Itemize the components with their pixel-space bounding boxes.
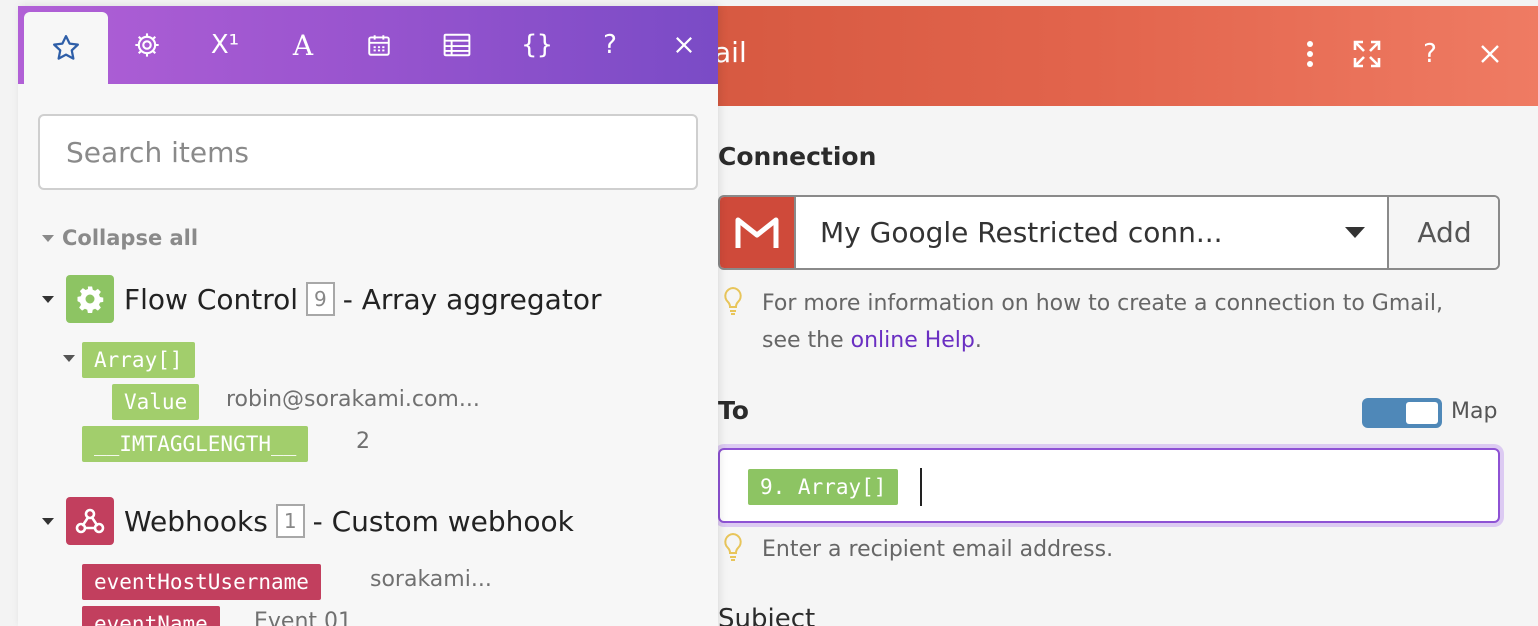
module-number: 1: [275, 504, 305, 538]
gmail-icon: [735, 217, 779, 248]
mapping-panel: X¹ A {} ? Collapse all: [18, 6, 718, 626]
table-icon: [443, 33, 471, 57]
screen: ail ? Connection My Google Restricted co…: [0, 0, 1538, 626]
gear-icon: [135, 33, 159, 57]
calendar-icon: [368, 35, 390, 56]
gmail-logo: [720, 197, 794, 268]
item-imtagglength[interactable]: __IMTAGGLENGTH__: [82, 426, 309, 462]
module-name: Flow Control: [124, 282, 299, 316]
lightbulb-icon: [724, 532, 742, 561]
expand-icon: [1353, 40, 1381, 68]
item-array[interactable]: Array[]: [82, 342, 195, 378]
connection-value: My Google Restricted conn...: [820, 216, 1223, 249]
connection-hint: For more information on how to create a …: [762, 285, 1443, 359]
to-input[interactable]: 9. Array[]: [718, 448, 1500, 523]
to-hint: Enter a recipient email address.: [762, 537, 1114, 562]
module-webhooks[interactable]: Webhooks 1 - Custom webhook: [42, 496, 574, 546]
expand-button[interactable]: [1349, 34, 1385, 74]
close-button[interactable]: [1472, 34, 1508, 74]
module-title: ail: [714, 36, 747, 69]
help-icon: ?: [603, 30, 617, 60]
item-imtagglength-value: 2: [356, 429, 370, 454]
item-event-host-username-value: sorakami...: [370, 567, 492, 592]
superscript-icon: X¹: [210, 30, 240, 60]
toggle-knob: [1406, 402, 1438, 424]
tab-functions[interactable]: {}: [498, 6, 576, 84]
connection-hint-period: .: [974, 328, 982, 353]
to-label: To: [718, 396, 749, 425]
item-event-host-username[interactable]: eventHostUsername: [82, 564, 321, 600]
tab-array[interactable]: [418, 6, 496, 84]
module-number: 9: [306, 282, 335, 316]
gear-icon: [66, 275, 114, 323]
webhook-icon: [66, 497, 114, 545]
help-button[interactable]: ?: [1412, 34, 1448, 74]
module-flow-control[interactable]: Flow Control 9 - Array aggregator: [42, 274, 601, 324]
text-icon: A: [292, 28, 314, 62]
tab-date[interactable]: [340, 6, 418, 84]
more-options-button[interactable]: [1292, 34, 1328, 74]
module-header: ail ?: [640, 6, 1538, 106]
text-caret: [920, 468, 922, 506]
help-icon: ?: [1423, 39, 1437, 69]
search-input[interactable]: [38, 114, 698, 190]
kebab-icon: [1307, 41, 1313, 67]
item-value-text: robin@sorakami.com...: [226, 387, 480, 412]
connection-hint-prefix: see the: [762, 328, 851, 353]
chevron-down-icon: [1345, 227, 1365, 238]
connection-label: Connection: [718, 142, 877, 171]
lightbulb-icon: [724, 286, 742, 315]
connection-select[interactable]: My Google Restricted conn...: [794, 197, 1389, 268]
connection-hint-line2: see the online Help.: [762, 322, 1443, 359]
caret-down-icon: [42, 295, 54, 303]
item-event-name[interactable]: eventName: [82, 606, 220, 626]
caret-down-icon: [42, 517, 54, 525]
map-label: Map: [1451, 399, 1498, 424]
collapse-all-button[interactable]: Collapse all: [42, 226, 198, 250]
item-value[interactable]: Value: [112, 384, 200, 420]
module-dialog: ail ? Connection My Google Restricted co…: [640, 6, 1538, 626]
star-icon: [53, 35, 79, 60]
caret-down-icon: [42, 234, 54, 242]
panel-help-button[interactable]: ?: [590, 6, 630, 84]
module-name: Webhooks: [124, 504, 268, 538]
module-type: - Custom webhook: [312, 504, 574, 538]
close-icon: [676, 37, 692, 53]
collapse-all-label: Collapse all: [62, 226, 199, 250]
map-toggle[interactable]: [1362, 398, 1442, 428]
connection-hint-line1: For more information on how to create a …: [762, 291, 1443, 316]
online-help-link[interactable]: online Help: [851, 328, 975, 353]
subject-label: Subject: [718, 604, 816, 626]
connection-row: My Google Restricted conn... Add: [718, 195, 1500, 270]
item-event-name-value: Event 01: [254, 609, 353, 626]
module-type: - Array aggregator: [342, 282, 602, 316]
tab-text[interactable]: A: [264, 6, 342, 84]
caret-down-icon: [63, 355, 75, 362]
close-icon: [1481, 45, 1499, 63]
add-connection-button[interactable]: Add: [1389, 197, 1498, 268]
mapped-value-pill[interactable]: 9. Array[]: [748, 469, 899, 505]
panel-tabs: X¹ A {} ?: [18, 6, 718, 84]
braces-icon: {}: [521, 30, 553, 60]
tab-favorites[interactable]: [24, 12, 108, 84]
tab-general[interactable]: [108, 6, 186, 84]
panel-close-button[interactable]: [664, 6, 704, 84]
tab-math[interactable]: X¹: [186, 6, 264, 84]
